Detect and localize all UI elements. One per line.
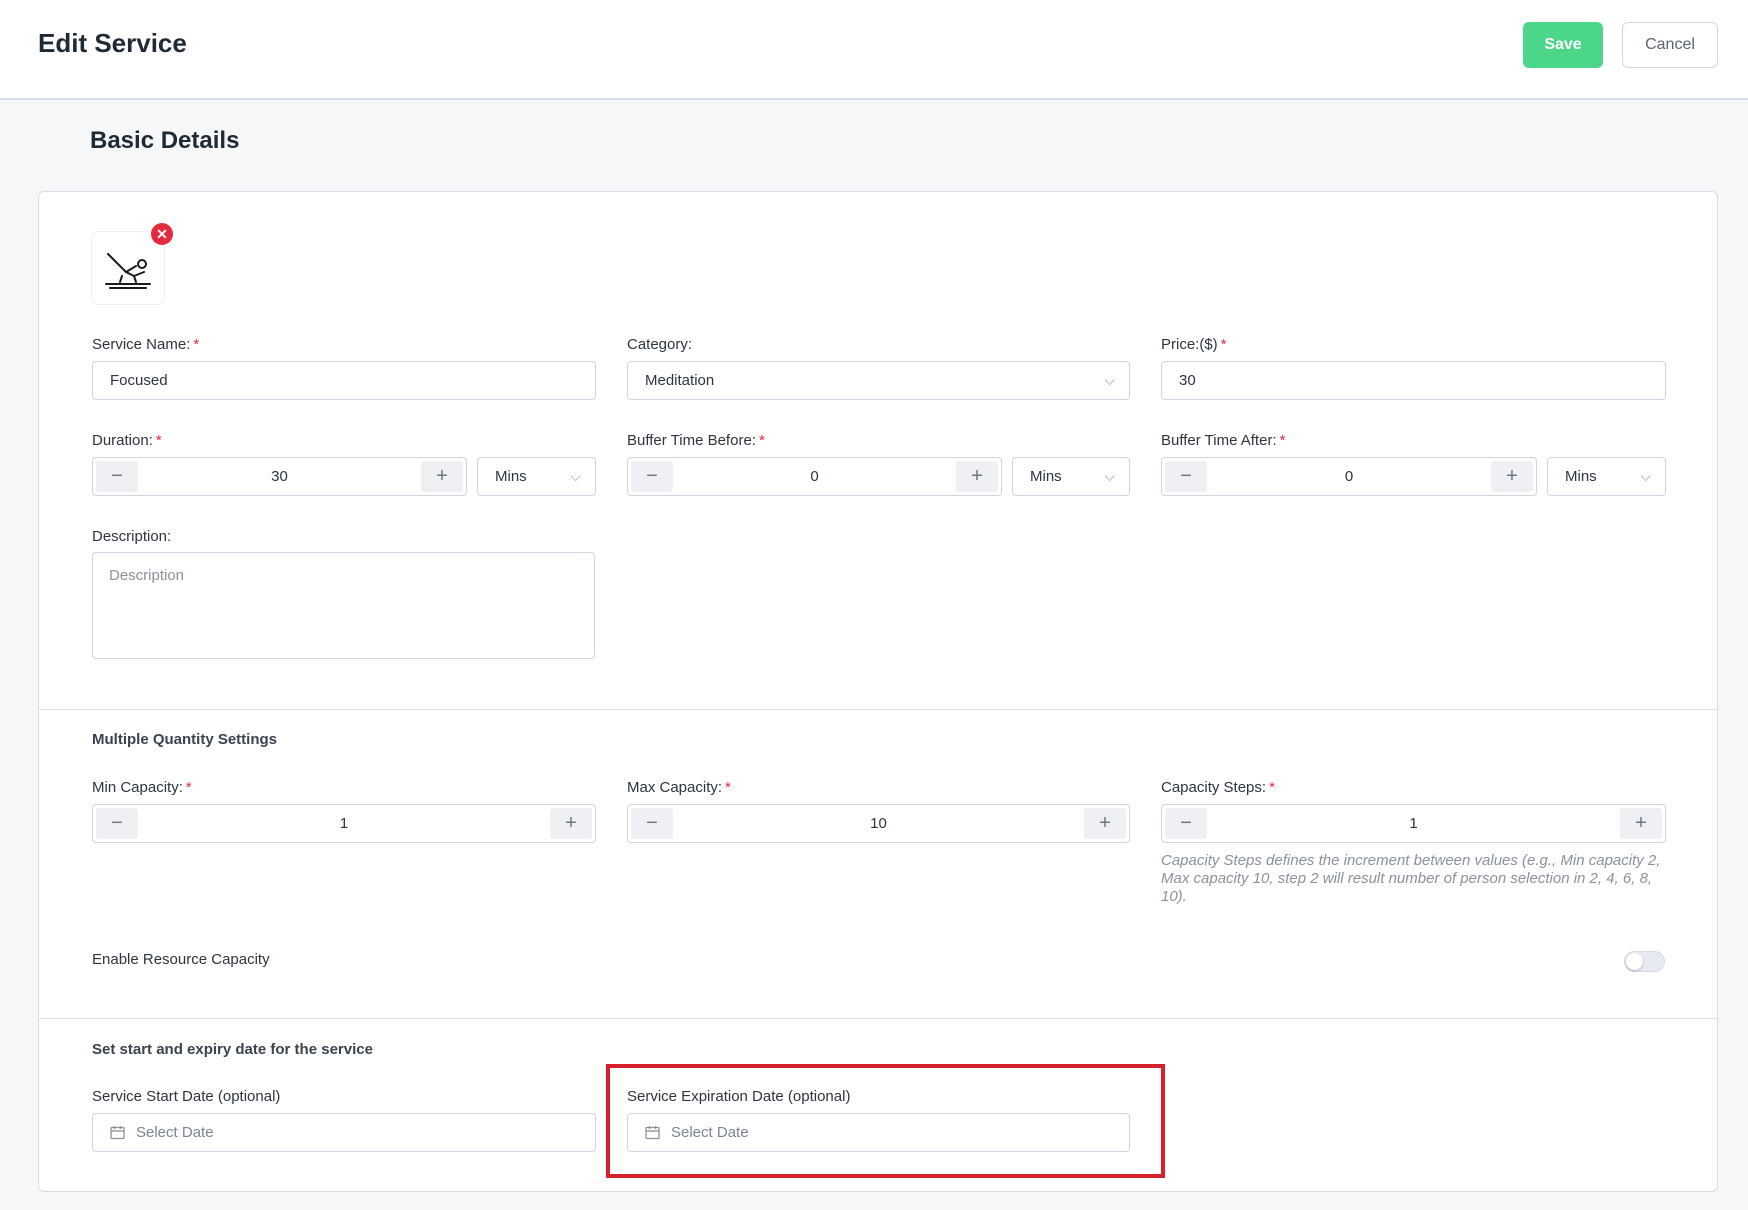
buffer-before-unit-value: Mins (1030, 468, 1062, 485)
top-bar: Edit Service Save Cancel (0, 0, 1748, 100)
start-date-input[interactable]: Select Date (92, 1113, 596, 1152)
category-select-value: Meditation (645, 372, 715, 389)
chevron-down-icon: ⌵ (570, 468, 581, 484)
required-marker: * (725, 779, 731, 796)
required-marker: * (1279, 432, 1286, 449)
price-label: Price:($) * (1161, 336, 1227, 353)
buffer-after-unit-value: Mins (1565, 468, 1597, 485)
required-marker: * (193, 336, 200, 353)
required-marker: * (185, 779, 192, 796)
capacity-steps-value[interactable]: 1 (1210, 805, 1617, 842)
duration-label: Duration: * (92, 432, 162, 449)
description-label: Description: (92, 528, 172, 545)
duration-value[interactable]: 30 (141, 458, 418, 495)
description-textarea[interactable]: Description (92, 552, 595, 659)
required-marker: * (155, 432, 162, 449)
service-name-input[interactable]: Focused (92, 361, 596, 400)
buffer-before-label: Buffer Time Before: * (627, 432, 765, 449)
buffer-before-unit-select[interactable]: Mins ⌵ (1012, 457, 1130, 496)
required-marker: * (1220, 336, 1227, 353)
max-capacity-value[interactable]: 10 (676, 805, 1081, 842)
min-capacity-decrement-button[interactable]: − (96, 808, 138, 839)
max-capacity-decrement-button[interactable]: − (631, 808, 673, 839)
required-marker: * (1269, 779, 1275, 796)
buffer-after-value[interactable]: 0 (1210, 458, 1488, 495)
min-capacity-label: Min Capacity: * (92, 779, 192, 796)
min-capacity-stepper: − 1 + (92, 804, 596, 843)
buffer-after-label: Buffer Time After: * (1161, 432, 1286, 449)
section-divider (38, 1018, 1718, 1019)
toggle-knob (1626, 953, 1643, 970)
price-input[interactable]: 30 (1161, 361, 1666, 400)
buffer-before-increment-button[interactable]: + (956, 461, 998, 492)
duration-stepper: − 30 + (92, 457, 467, 496)
page-title: Edit Service (38, 28, 187, 58)
duration-increment-button[interactable]: + (421, 461, 463, 492)
buffer-after-unit-select[interactable]: Mins ⌵ (1547, 457, 1666, 496)
section-divider (38, 709, 1718, 710)
buffer-before-decrement-button[interactable]: − (631, 461, 673, 492)
chevron-down-icon: ⌵ (1104, 468, 1115, 484)
duration-decrement-button[interactable]: − (96, 461, 138, 492)
chevron-down-icon: ⌵ (1104, 372, 1115, 388)
buffer-after-stepper: − 0 + (1161, 457, 1537, 496)
expiration-date-highlight-box (606, 1064, 1165, 1178)
resource-capacity-label: Enable Resource Capacity (92, 951, 270, 968)
max-capacity-label: Max Capacity: * (627, 779, 731, 796)
remove-image-icon[interactable]: ✕ (151, 223, 173, 245)
quantity-settings-heading: Multiple Quantity Settings (92, 731, 278, 748)
calendar-icon (110, 1126, 125, 1140)
required-marker: * (758, 432, 765, 449)
section-heading-basic-details: Basic Details (90, 127, 240, 154)
min-capacity-increment-button[interactable]: + (550, 808, 592, 839)
capacity-steps-increment-button[interactable]: + (1620, 808, 1662, 839)
start-date-placeholder: Select Date (136, 1124, 214, 1141)
capacity-steps-decrement-button[interactable]: − (1165, 808, 1207, 839)
duration-unit-value: Mins (495, 468, 527, 485)
buffer-before-stepper: − 0 + (627, 457, 1002, 496)
capacity-steps-stepper: − 1 + (1161, 804, 1666, 843)
max-capacity-stepper: − 10 + (627, 804, 1130, 843)
buffer-after-increment-button[interactable]: + (1491, 461, 1533, 492)
dates-heading: Set start and expiry date for the servic… (92, 1041, 373, 1058)
category-label: Category: (627, 336, 693, 353)
buffer-before-value[interactable]: 0 (676, 458, 953, 495)
min-capacity-value[interactable]: 1 (141, 805, 547, 842)
chevron-down-icon: ⌵ (1640, 468, 1651, 484)
capacity-steps-hint: Capacity Steps defines the increment bet… (1161, 852, 1661, 905)
save-button[interactable]: Save (1523, 22, 1603, 68)
service-name-label: Service Name: * (92, 336, 200, 353)
category-select[interactable]: Meditation ⌵ (627, 361, 1130, 400)
capacity-steps-label: Capacity Steps: * (1161, 779, 1275, 796)
start-date-label: Service Start Date (optional) (92, 1088, 281, 1105)
duration-unit-select[interactable]: Mins ⌵ (477, 457, 596, 496)
service-image-thumbnail[interactable] (92, 232, 164, 304)
buffer-after-decrement-button[interactable]: − (1165, 461, 1207, 492)
yoga-pose-icon (105, 253, 151, 289)
max-capacity-increment-button[interactable]: + (1084, 808, 1126, 839)
cancel-button[interactable]: Cancel (1622, 22, 1718, 68)
resource-capacity-toggle[interactable] (1624, 951, 1665, 972)
